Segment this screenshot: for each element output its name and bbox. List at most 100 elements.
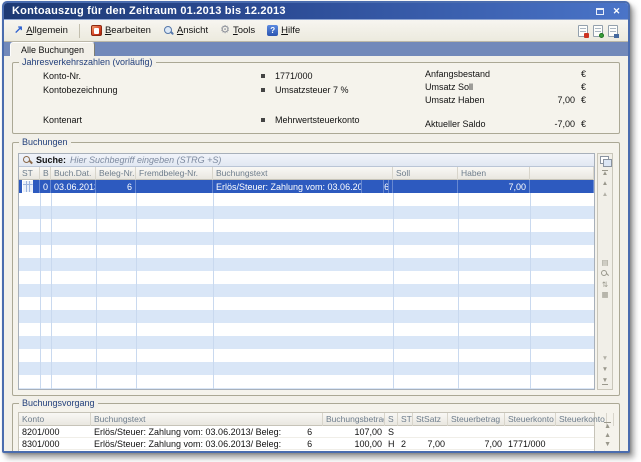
field-value: Mehrwertsteuerkonto xyxy=(261,115,360,125)
toolbar: ↗ Allgemein Bearbeiten Ansicht ⚙ Tools ?… xyxy=(4,20,628,42)
tab-alle-buchungen[interactable]: Alle Buchungen xyxy=(10,42,95,56)
filter-icon[interactable]: ▦ xyxy=(601,291,608,299)
col-header-fremdbeleg[interactable]: Fremdbeleg-Nr. xyxy=(136,167,213,180)
col-header-steuerkonto2[interactable]: Steuerkonto 2 xyxy=(556,413,607,426)
field-value: 1771/000 xyxy=(261,71,313,81)
toolbar-separator xyxy=(79,24,80,38)
menu-ansicht[interactable]: Ansicht xyxy=(159,23,212,38)
group-title: Jahresverkehrszahlen (vorläufig) xyxy=(19,57,156,67)
column-gridlines xyxy=(19,193,594,389)
tabstrip: Alle Buchungen xyxy=(4,42,628,56)
col-header-filler xyxy=(530,167,594,180)
field-value: Umsatzsteuer 7 % xyxy=(261,85,349,95)
group-title: Buchungsvorgang xyxy=(19,398,98,408)
col-header-text[interactable]: Buchungstext xyxy=(213,167,393,180)
menu-allgemein[interactable]: ↗ Allgemein xyxy=(10,23,72,38)
buchungen-table: Suche: Hier Suchbegriff eingeben (STRG +… xyxy=(18,153,595,390)
cell-stsatz xyxy=(413,426,448,437)
group-buchungen: Buchungen Suche: Hier Suchbegriff eingeb… xyxy=(12,142,620,396)
sort-icon[interactable]: ⇅ xyxy=(602,281,608,289)
row-down-button[interactable]: ▼ xyxy=(604,441,611,448)
edit-book-icon xyxy=(91,25,102,36)
buchungen-header-row: ST B Buch.Dat. Beleg-Nr. Fremdbeleg-Nr. … xyxy=(19,167,594,180)
cell-haben: 7,00 xyxy=(458,180,530,193)
cell-konto: 8301/000 xyxy=(19,438,91,449)
screen: Kontoauszug für den Zeitraum 01.2013 bis… xyxy=(0,0,641,462)
bv-header-row: Konto Buchungstext Buchungsbetrag S ST S… xyxy=(19,413,594,426)
go-first-button[interactable]: ▲ xyxy=(604,422,611,430)
field-value: 7,00 xyxy=(515,95,575,105)
cell-steuerkonto1 xyxy=(505,426,556,437)
col-header-date[interactable]: Buch.Dat. xyxy=(51,167,96,180)
cell-steuerkonto1: 1771/000 xyxy=(505,438,556,449)
content: Jahresverkehrszahlen (vorläufig) Konto-N… xyxy=(4,62,628,453)
page-down-button[interactable]: ▼ xyxy=(602,365,608,376)
currency-label: € xyxy=(581,119,586,129)
cell-st xyxy=(398,426,413,437)
col-header-haben[interactable]: Haben xyxy=(458,167,530,180)
menu-hilfe[interactable]: ? Hilfe xyxy=(263,23,304,38)
table-row[interactable]: 8201/000 Erlös/Steuer: Zahlung vom: 03.0… xyxy=(19,426,594,438)
magnifier-icon xyxy=(163,25,174,36)
group-title: Buchungen xyxy=(19,137,71,147)
row-up-button[interactable]: ▲ xyxy=(598,190,612,201)
empty-rows-area[interactable] xyxy=(19,193,594,389)
table-row[interactable]: 8301/000 Erlös/Steuer: Zahlung vom: 03.0… xyxy=(19,438,594,450)
go-first-button[interactable]: ▲ xyxy=(598,168,612,179)
close-icon: ✕ xyxy=(613,7,621,16)
col-header-steuerbetrag[interactable]: Steuerbetrag xyxy=(448,413,505,426)
go-last-button[interactable]: ▼ xyxy=(602,376,608,387)
bullet-icon xyxy=(261,118,265,122)
restore-button[interactable] xyxy=(593,5,606,17)
cell-betrag: 107,00 xyxy=(323,426,385,437)
col-header-betrag[interactable]: Buchungsbetrag xyxy=(323,413,385,426)
booking-grid-icon xyxy=(22,180,33,193)
list-view-icon[interactable]: ▤ xyxy=(601,259,608,267)
search-icon xyxy=(23,156,32,165)
col-header-konto[interactable]: Konto xyxy=(19,413,91,426)
col-header-st[interactable]: ST xyxy=(19,167,40,180)
col-header-s[interactable]: S xyxy=(385,413,398,426)
currency-label: € xyxy=(581,95,586,105)
page-up-button[interactable]: ▲ xyxy=(598,179,612,190)
cell-buchungstext: Erlös/Steuer: Zahlung vom: 03.06.2013/ B… xyxy=(91,438,323,449)
col-header-stsatz[interactable]: StSatz xyxy=(413,413,448,426)
col-header-b[interactable]: B xyxy=(40,167,51,180)
group-buchungsvorgang: Buchungsvorgang Konto Buchungstext Buchu… xyxy=(12,403,620,453)
cell-steuerbetrag xyxy=(448,426,505,437)
cell-b: 0 xyxy=(40,180,51,193)
document-check-icon[interactable] xyxy=(593,25,603,37)
col-header-st[interactable]: ST xyxy=(398,413,413,426)
field-label: Aktueller Saldo xyxy=(425,119,486,129)
currency-label: € xyxy=(581,69,586,79)
field-label: Anfangsbestand xyxy=(425,69,490,79)
cell-buchungstext: Erlös/Steuer: Zahlung vom: 03.06.2013/ B… xyxy=(91,426,323,437)
col-header-text[interactable]: Buchungstext xyxy=(91,413,323,426)
field-label: Kontobezeichnung xyxy=(43,85,118,95)
cell-stsatz: 7,00 xyxy=(413,438,448,449)
cell-beleg: 6 xyxy=(96,180,136,193)
bullet-icon xyxy=(261,88,265,92)
col-header-steuerkonto1[interactable]: Steuerkonto 1 xyxy=(505,413,556,426)
cell-s: H xyxy=(385,438,398,449)
restore-icon xyxy=(596,8,604,15)
field-label: Konto-Nr. xyxy=(43,71,81,81)
row-up-button[interactable]: ▲ xyxy=(604,432,611,439)
menu-tools[interactable]: ⚙ Tools xyxy=(216,23,259,38)
col-header-beleg[interactable]: Beleg-Nr. xyxy=(96,167,136,180)
search-placeholder: Hier Suchbegriff eingeben (STRG +S) xyxy=(70,155,221,165)
document-export-icon[interactable] xyxy=(608,25,618,37)
row-down-button[interactable]: ▼ xyxy=(602,354,608,365)
menu-bearbeiten[interactable]: Bearbeiten xyxy=(87,23,155,38)
search-bar[interactable]: Suche: Hier Suchbegriff eingeben (STRG +… xyxy=(19,154,594,167)
cell-steuerkonto2 xyxy=(556,426,607,437)
cell-fremdbeleg xyxy=(136,180,213,193)
column-picker-icon[interactable] xyxy=(600,156,610,165)
table-row-selected[interactable]: 0 03.06.2013 6 Erlös/Steuer: Zahlung vom… xyxy=(19,180,594,193)
help-icon: ? xyxy=(267,25,278,36)
col-header-soll[interactable]: Soll xyxy=(393,167,458,180)
search-zoom-icon[interactable] xyxy=(601,270,609,278)
document-red-icon[interactable] xyxy=(578,25,588,37)
close-button[interactable]: ✕ xyxy=(610,5,623,17)
gear-icon: ⚙ xyxy=(220,25,230,36)
